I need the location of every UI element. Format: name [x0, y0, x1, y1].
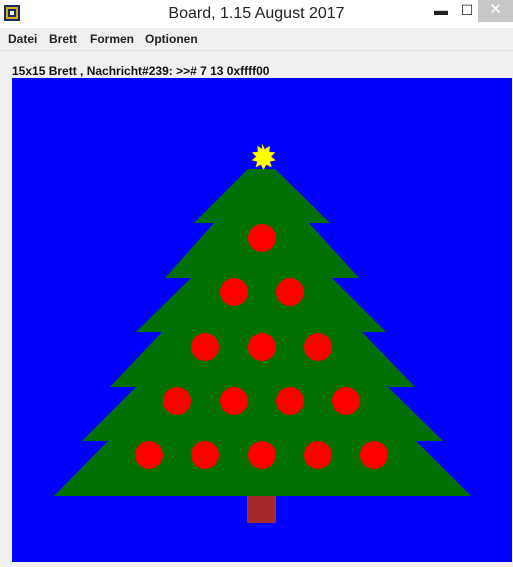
- ornament: [220, 278, 248, 306]
- menu-datei[interactable]: Datei: [8, 32, 37, 46]
- board-canvas[interactable]: [12, 78, 512, 562]
- tree-tier-1: [194, 169, 330, 223]
- board-drawing: [54, 143, 471, 523]
- menu-optionen[interactable]: Optionen: [145, 32, 198, 46]
- tree-tier-3: [136, 278, 386, 332]
- ornament: [135, 441, 163, 469]
- ornament: [276, 387, 304, 415]
- ornament: [304, 333, 332, 361]
- menu-brett[interactable]: Brett: [49, 32, 77, 46]
- menu-bar: Datei Brett Formen Optionen: [0, 30, 513, 51]
- ornament: [248, 441, 276, 469]
- ornament: [163, 387, 191, 415]
- star-icon: [251, 143, 277, 171]
- tree-trunk: [247, 496, 276, 523]
- ornament: [191, 333, 219, 361]
- title-bar: Board, 1.15 August 2017 ▬ ☐ ✕: [0, 0, 513, 28]
- status-message: 15x15 Brett , Nachricht#239: >># 7 13 0x…: [12, 64, 270, 78]
- tree-tier-5: [82, 387, 443, 441]
- ornament: [220, 387, 248, 415]
- close-button[interactable]: ✕: [478, 0, 513, 22]
- ornament: [332, 387, 360, 415]
- ornament: [276, 278, 304, 306]
- ornament: [248, 224, 276, 252]
- ornament: [248, 333, 276, 361]
- ornament: [191, 441, 219, 469]
- ornament: [304, 441, 332, 469]
- ornament: [360, 441, 388, 469]
- menu-formen[interactable]: Formen: [90, 32, 134, 46]
